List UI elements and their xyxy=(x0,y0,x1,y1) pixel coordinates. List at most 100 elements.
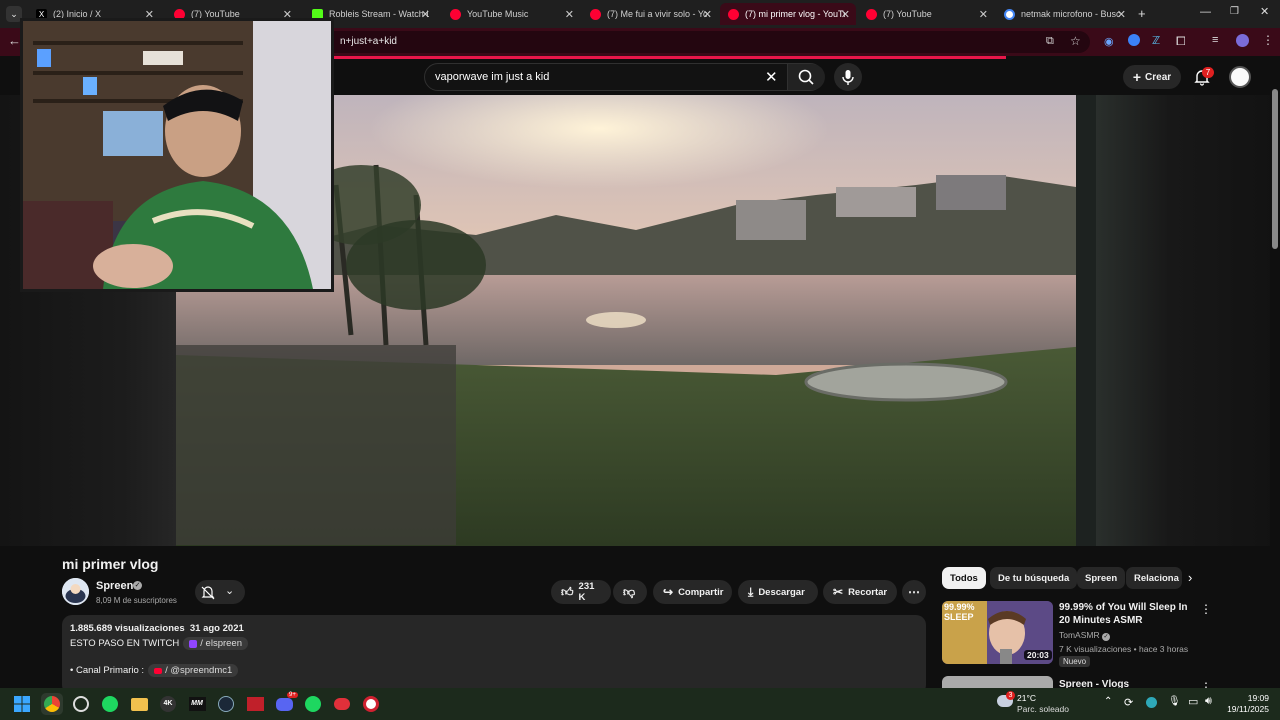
tab-youtube-music[interactable]: YouTube Music ✕ xyxy=(442,3,580,25)
youtube-icon xyxy=(154,667,163,674)
search-query-text: vaporwave im just a kid xyxy=(435,71,550,83)
extension-blue-icon[interactable] xyxy=(1128,34,1140,46)
tray-app-icon[interactable] xyxy=(1146,697,1157,708)
tab-label: YouTube Music xyxy=(467,9,529,19)
clip-button[interactable]: ✂ Recortar xyxy=(823,580,897,604)
search-input[interactable]: vaporwave im just a kid ✕ xyxy=(424,63,825,91)
app-4k-icon[interactable]: 4K xyxy=(157,693,179,715)
close-icon[interactable]: ✕ xyxy=(1117,8,1126,21)
close-icon[interactable]: ✕ xyxy=(979,8,988,21)
chip-from-search[interactable]: De tu búsqueda xyxy=(990,567,1078,589)
like-count: 231 K xyxy=(578,581,595,603)
browser-menu-icon[interactable]: ⋮ xyxy=(1262,33,1274,47)
clock-time[interactable]: 19:09 xyxy=(1233,693,1269,703)
notification-tray-icon[interactable]: ▭ xyxy=(1188,695,1198,708)
channel-name: TomASMR xyxy=(1059,630,1100,640)
install-app-icon[interactable]: ⧉ xyxy=(1046,35,1054,48)
chrome-icon[interactable] xyxy=(41,693,63,715)
voice-search-button[interactable] xyxy=(834,63,862,91)
microphone-tray-icon[interactable]: 🎙︎ xyxy=(1168,696,1181,707)
thumbs-up-icon: 👍︎ xyxy=(561,584,574,599)
media-control-icon[interactable]: ≡ xyxy=(1212,34,1218,46)
volume-icon[interactable]: 🔊︎ xyxy=(1205,695,1212,708)
profile-icon[interactable] xyxy=(1236,34,1249,47)
tab-me-fui-a-vivir-solo[interactable]: (7) Me fui a vivir solo - Yo ✕ xyxy=(582,3,718,25)
webcam-overlay-image xyxy=(20,18,334,292)
description-text: ESTO PASO EN TWITCH xyxy=(70,638,180,649)
close-icon[interactable]: ✕ xyxy=(841,8,850,21)
description-text: • Canal Primario : xyxy=(70,665,145,676)
clear-search-icon[interactable]: ✕ xyxy=(765,68,778,86)
share-label: Compartir xyxy=(678,586,724,598)
extension-audio-icon[interactable]: ◉ xyxy=(1104,35,1114,48)
restore-button[interactable]: ❐ xyxy=(1230,6,1239,17)
chevron-right-icon[interactable]: › xyxy=(1188,570,1192,585)
share-button[interactable]: ↪ Compartir xyxy=(653,580,732,604)
create-button[interactable]: + Crear xyxy=(1123,65,1181,89)
scrollbar-thumb[interactable] xyxy=(1272,89,1278,249)
player-ambient-right xyxy=(1096,95,1280,546)
channel-avatar[interactable] xyxy=(62,578,89,605)
app-red-icon[interactable] xyxy=(244,693,266,715)
tray-app-icon[interactable]: ⟳ xyxy=(1124,696,1133,709)
dislike-button[interactable]: 👎︎ xyxy=(613,580,647,604)
page-scrollbar[interactable] xyxy=(1270,59,1280,688)
tab-label: (7) YouTube xyxy=(883,9,932,19)
more-vertical-icon[interactable]: ⋮ xyxy=(1200,602,1212,616)
app-speech-icon[interactable] xyxy=(331,693,353,715)
spotify-icon[interactable] xyxy=(302,693,324,715)
close-window-button[interactable]: ✕ xyxy=(1260,5,1269,18)
app-mm-icon[interactable]: MM xyxy=(186,693,208,715)
new-tab-button[interactable]: + xyxy=(1138,6,1146,21)
recommendation-title[interactable]: 99.99% of You Will Sleep In 20 Minutes A… xyxy=(1059,601,1199,627)
channel-link[interactable]: / @spreendmc1 xyxy=(148,664,239,677)
file-explorer-icon[interactable] xyxy=(128,693,150,715)
account-avatar[interactable] xyxy=(1229,66,1251,88)
bookmark-star-icon[interactable]: ☆ xyxy=(1070,34,1081,48)
minimize-button[interactable]: — xyxy=(1200,6,1211,18)
url-text: n+just+a+kid xyxy=(340,36,397,47)
upload-date: 31 ago 2021 xyxy=(189,623,244,634)
tab-mi-primer-vlog[interactable]: (7) mi primer vlog - YouTu ✕ xyxy=(720,3,856,25)
chip-spreen[interactable]: Spreen xyxy=(1077,567,1126,589)
search-icon xyxy=(798,69,814,85)
close-icon[interactable]: ✕ xyxy=(703,8,712,21)
steam-icon[interactable] xyxy=(215,693,237,715)
recommendation-thumbnail[interactable] xyxy=(942,676,1053,688)
extensions-puzzle-icon[interactable]: ⧠ xyxy=(1176,34,1186,49)
close-icon[interactable]: ✕ xyxy=(421,8,430,21)
tab-label: Robleis Stream - Watch Li xyxy=(329,9,429,19)
channel-name[interactable]: Spreen xyxy=(96,580,133,592)
subscription-notify-button[interactable]: ⌄ xyxy=(195,580,245,604)
tab-google-search[interactable]: netmak microfono - Busc ✕ xyxy=(996,3,1132,25)
tab-youtube-2[interactable]: (7) YouTube ✕ xyxy=(858,3,994,25)
download-button[interactable]: ⤓ Descargar xyxy=(738,580,818,604)
obs-icon[interactable] xyxy=(70,693,92,715)
tab-label: (7) Me fui a vivir solo - Yo xyxy=(607,9,707,19)
thumbs-down-icon: 👎︎ xyxy=(623,584,636,599)
video-duration: 20:03 xyxy=(1024,650,1052,660)
spotify-icon[interactable] xyxy=(99,693,121,715)
description-line: ESTO PASO EN TWITCH / elspreen xyxy=(70,637,248,650)
tab-label: netmak microfono - Busc xyxy=(1021,9,1121,19)
chip-all[interactable]: Todos xyxy=(942,567,986,589)
clock-date[interactable]: 19/11/2025 xyxy=(1221,704,1269,714)
new-badge: Nuevo xyxy=(1059,656,1091,667)
windows-start-icon[interactable] xyxy=(11,693,33,715)
chip-related[interactable]: Relaciona xyxy=(1126,567,1182,589)
create-label: Crear xyxy=(1145,71,1172,83)
twitch-link[interactable]: / elspreen xyxy=(183,637,248,650)
omnibox[interactable]: n+just+a+kid ⧉ ☆ xyxy=(300,31,1090,53)
close-icon[interactable]: ✕ xyxy=(565,8,574,21)
app-star-icon[interactable] xyxy=(360,693,382,715)
subscriber-count: 8,09 M de suscriptores xyxy=(96,596,177,605)
like-button[interactable]: 👍︎ 231 K xyxy=(551,580,611,604)
more-actions-button[interactable]: ⋯ xyxy=(902,580,926,604)
search-button[interactable] xyxy=(787,64,825,90)
recommendation-channel[interactable]: TomASMR ✓ xyxy=(1059,630,1110,641)
view-stats: 1.885.689 visualizaciones 31 ago 2021 xyxy=(70,623,244,634)
channel-link-label: / @spreendmc1 xyxy=(165,665,233,676)
tray-chevron-up-icon[interactable]: ⌃ xyxy=(1104,696,1112,707)
extension-translate-icon[interactable]: ℤ xyxy=(1152,34,1160,47)
notification-count-badge: 7 xyxy=(1202,67,1214,78)
